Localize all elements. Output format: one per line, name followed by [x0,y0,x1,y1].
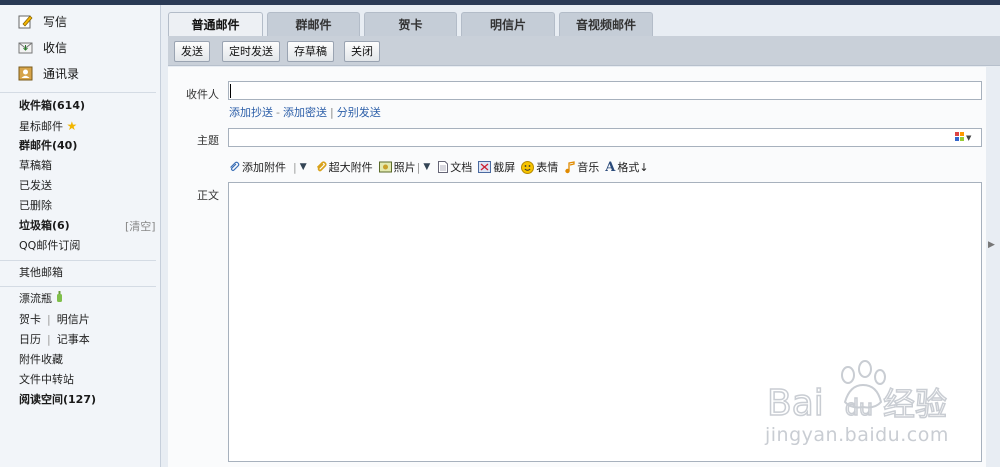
pencil-icon [18,14,33,29]
pipe-separator: | [47,333,51,346]
tab-normal-mail[interactable]: 普通邮件 [168,12,263,36]
save-draft-button[interactable]: 存草稿 [287,41,334,62]
divider [0,92,156,93]
to-label: 收件人 [186,88,219,101]
sidebar: 写信 收信 通讯录 收件箱(614) 星标邮件 ★ 群邮件(40) 草稿箱 已发… [0,5,161,467]
folder-deleted[interactable]: 已删除 [19,197,52,215]
compose-link[interactable]: 写信 [18,11,67,31]
folder-inbox[interactable]: 收件箱(614) [19,97,85,115]
contacts-icon [18,66,33,81]
photo-icon [378,161,392,173]
recipient-options: 添加抄送 - 添加密送 | 分别发送 [229,104,381,120]
large-paperclip-icon [316,161,327,172]
screenshot-button[interactable]: 截屏 [478,159,515,175]
star-icon: ★ [66,119,78,133]
paperclip-icon [230,161,240,172]
attachment-toolbar: 添加附件 | ▼ 超大附件 照片 | ▼ 文档 截屏 表情 音乐 A 格式↓ [228,158,655,176]
format-button[interactable]: A 格式↓ [605,159,648,175]
large-attachment-label: 超大附件 [328,161,373,174]
document-button[interactable]: 文档 [438,159,472,175]
subject-label: 主题 [197,134,219,147]
calendar-link[interactable]: 日历 [19,333,41,346]
photo-dropdown-chevron-icon[interactable]: ▼ [423,162,430,172]
separate-send-link[interactable]: 分别发送 [337,106,381,119]
postcard-link[interactable]: 明信片 [57,313,90,326]
reading-space-link[interactable]: 阅读空间(127) [19,391,96,409]
card-row: 贺卡 | 明信片 [19,311,90,329]
notes-link[interactable]: 记事本 [57,333,90,346]
file-transfer-link[interactable]: 文件中转站 [19,371,74,389]
color-grid-icon [955,131,964,144]
add-attachment-button[interactable]: 添加附件 [228,159,286,175]
add-attachment-label: 添加附件 [242,161,286,174]
calendar-row: 日历 | 记事本 [19,331,90,349]
expand-right-arrow-icon[interactable]: ▶ [988,240,995,250]
tab-postcard[interactable]: 明信片 [461,12,555,36]
add-bcc-link[interactable]: 添加密送 [283,106,327,119]
format-label: 格式↓ [617,161,649,174]
tab-av-mail[interactable]: 音视频邮件 [559,12,653,36]
compose-tabs: 普通邮件 群邮件 贺卡 明信片 音视频邮件 [168,12,657,36]
attachment-dropdown-chevron-icon[interactable]: ▼ [300,162,307,172]
music-button[interactable]: 音乐 [564,159,599,175]
receive-link[interactable]: 收信 [18,37,67,57]
document-icon [438,161,449,173]
divider [0,286,156,287]
attachment-collection-link[interactable]: 附件收藏 [19,351,63,369]
compose-toolbar: 发送 定时发送 存草稿 关闭 [168,36,1000,66]
pipe-separator: | [47,313,51,326]
scheduled-send-button[interactable]: 定时发送 [222,41,280,62]
card-link[interactable]: 贺卡 [19,313,41,326]
clear-spam-link[interactable]: [清空] [125,218,156,234]
pipe-separator: | [416,160,421,174]
subject-input[interactable] [228,128,982,147]
send-button[interactable]: 发送 [174,41,210,62]
drift-bottle-label: 漂流瓶 [19,292,52,305]
folder-spam[interactable]: 垃圾箱(6) [19,217,70,235]
message-body-editor[interactable] [228,182,982,462]
chevron-down-icon: ▼ [966,133,972,142]
receive-label: 收信 [43,40,68,55]
smiley-icon [521,160,535,174]
close-button[interactable]: 关闭 [344,41,380,62]
folder-starred-label: 星标邮件 [19,120,63,133]
tab-greeting-card[interactable]: 贺卡 [364,12,457,36]
bottle-icon [56,291,63,305]
folder-starred[interactable]: 星标邮件 ★ [19,117,77,135]
document-label: 文档 [450,161,473,174]
large-attachment-button[interactable]: 超大附件 [315,159,373,175]
folder-group[interactable]: 群邮件(40) [19,137,77,155]
watermark-url: jingyan.baidu.com [765,424,949,446]
folder-sent[interactable]: 已发送 [19,177,52,195]
dash-separator: - [276,106,280,119]
inbox-icon [18,40,33,55]
body-label: 正文 [197,189,219,202]
folder-other-mailbox[interactable]: 其他邮箱 [19,264,63,282]
screenshot-label: 截屏 [493,161,516,174]
subject-style-picker[interactable]: ▼ [955,131,971,144]
pipe-separator: | [329,106,334,119]
emoji-button[interactable]: 表情 [521,159,558,175]
emoji-label: 表情 [536,161,559,174]
add-cc-link[interactable]: 添加抄送 [229,106,273,119]
music-label: 音乐 [577,161,600,174]
text-caret [230,84,231,98]
contacts-label: 通讯录 [43,66,80,81]
photo-label: 照片 [393,161,416,174]
photo-button[interactable]: 照片 [378,159,416,175]
tab-group-mail[interactable]: 群邮件 [267,12,360,36]
scissors-icon [478,161,492,173]
compose-label: 写信 [43,14,68,29]
divider [0,260,156,261]
font-a-icon: A [605,159,616,175]
pipe-separator: | [293,160,297,174]
contacts-link[interactable]: 通讯录 [18,63,79,83]
music-note-icon [565,160,575,173]
folder-subscription[interactable]: QQ邮件订阅 [19,237,80,255]
drift-bottle-link[interactable]: 漂流瓶 [19,290,63,308]
recipient-input[interactable] [228,81,982,100]
folder-drafts[interactable]: 草稿箱 [19,157,52,175]
